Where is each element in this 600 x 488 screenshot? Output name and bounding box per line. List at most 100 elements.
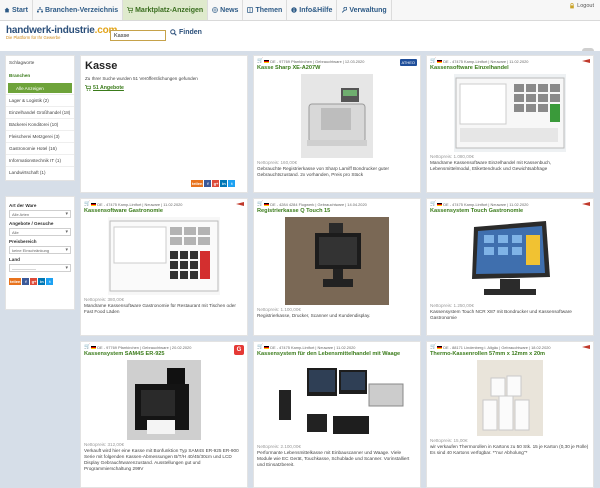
card-description: Kassensystem Touch NCR X87 mit Bondrucke… xyxy=(430,309,572,320)
card-description: Registrierkasse, Drucker, Scanner und Ku… xyxy=(257,313,371,318)
header-bar: handwerk-industrie.com Die Plattform für… xyxy=(0,22,600,60)
card-title[interactable]: Kassensoftware Gastronomie xyxy=(81,207,247,215)
wrench-icon xyxy=(342,7,348,13)
sidebar-item[interactable]: Informationstechnik IT (1) xyxy=(6,154,74,166)
listing-image[interactable] xyxy=(267,360,407,442)
sidebar-item[interactable]: Landwirtschaft (1) xyxy=(6,166,74,178)
flag-icon xyxy=(264,345,270,349)
listing-card[interactable]: 🛒 DE - 47475 Kamp-Lintfort | Neuware | 11… xyxy=(80,198,248,336)
cart-icon: 🛒 xyxy=(430,344,437,350)
search-input[interactable]: Kasse xyxy=(110,30,166,41)
card-price: Nettopreis: 2.100,00€ xyxy=(257,444,301,449)
card-price: Nettopreis: 15,00€ xyxy=(430,438,468,443)
results-info: Zu Ihrer Suche wurden 51 Veröffentlichun… xyxy=(85,76,198,81)
results-count-link[interactable]: 51 Angebote xyxy=(85,85,243,91)
googleplus-icon[interactable]: g+ xyxy=(212,180,220,187)
cart-icon: 🛒 xyxy=(84,201,91,207)
nav-marktplatz[interactable]: Marktplatz-Anzeigen xyxy=(123,0,209,20)
googleplus-icon[interactable]: g+ xyxy=(30,278,38,285)
filter-land-select[interactable]: —————— xyxy=(9,264,71,272)
card-meta: 🛒 DE - 47475 Kamp-Lintfort | Neuware | 11… xyxy=(254,342,420,350)
nav-start[interactable]: Start xyxy=(0,0,33,20)
site-logo[interactable]: handwerk-industrie.com Die Plattform für… xyxy=(6,25,117,40)
nav-themen[interactable]: Themen xyxy=(243,0,288,20)
listing-image[interactable] xyxy=(454,217,566,301)
flag-icon xyxy=(437,202,443,206)
linkedin-icon[interactable]: in xyxy=(38,278,46,285)
card-title[interactable]: Kasse Sharp XE-A207W xyxy=(254,64,420,72)
linkedin-icon[interactable]: in xyxy=(220,180,228,187)
sidebar-schlagworte[interactable]: Schlagworte xyxy=(6,56,74,69)
cart-icon: 🛒 xyxy=(257,344,264,350)
filter-art-select[interactable]: Alle Arten xyxy=(9,210,71,218)
nav-verwaltung[interactable]: Verwaltung xyxy=(337,0,392,20)
card-meta: 🛒 DE - 47475 Kamp-Lintfort | Neuware | 11… xyxy=(427,56,593,64)
sidebar-item[interactable]: Bäckerei Konditorei (10) xyxy=(6,118,74,130)
sidebar-item[interactable]: Einzelhandel Großhandel (18) xyxy=(6,106,74,118)
facebook-icon[interactable]: f xyxy=(22,278,30,285)
listing-card[interactable]: 🛒 DE - 47475 Kamp-Lintfort | Neuware | 11… xyxy=(253,341,421,488)
nav-branchen-label: Branchen-Verzeichnis xyxy=(44,6,119,14)
listing-image[interactable] xyxy=(127,360,201,440)
share-button[interactable]: teilen xyxy=(191,180,204,187)
filter-preis-select[interactable]: keine Einschränkung xyxy=(9,246,71,254)
flag-icon xyxy=(437,59,443,63)
listing-card[interactable]: 🛒 DE - 88171 Lindenberg i. Allgäu | Gebra… xyxy=(426,341,594,488)
listing-card[interactable]: 🛒 DE - 97769 Pfarrkirchen | Gebrauchtware… xyxy=(80,341,248,488)
sidebar-branchen[interactable]: Branchen xyxy=(6,69,74,82)
nav-branchen[interactable]: Branchen-Verzeichnis xyxy=(33,0,124,20)
twitter-icon[interactable]: t xyxy=(228,180,236,187)
cart-icon: 🛒 xyxy=(430,201,437,207)
sidebar-item[interactable]: Fleischerei Metzgerei (3) xyxy=(6,130,74,142)
logout-link[interactable]: Logout xyxy=(569,3,594,9)
share-bar: teilen f g+ in t xyxy=(9,278,71,285)
card-title[interactable]: Kassensystem SAM4S ER-925 xyxy=(81,350,247,358)
card-meta-text: DE - 47475 Kamp-Lintfort | Neuware | 11.… xyxy=(270,344,356,350)
card-price: Nettopreis: 1.250,00€ xyxy=(430,303,474,308)
filter-angebote-select[interactable]: Alle xyxy=(9,228,71,236)
sidebar-item[interactable]: Lager & Logistik (2) xyxy=(6,94,74,106)
listing-card[interactable]: 🛒 DE - 47475 Kamp-Lintfort | Neuware | 11… xyxy=(426,55,594,193)
results-count-label: 51 Angebote xyxy=(93,85,124,91)
listing-image[interactable] xyxy=(477,360,543,436)
listing-card[interactable]: 🛒 DE - 97769 Pfarrkirchen | Gebrauchtware… xyxy=(253,55,421,193)
card-title[interactable]: Registrierkasse Q Touch 15 xyxy=(254,207,420,215)
listing-image[interactable] xyxy=(454,74,566,152)
sidebar-alle-anzeigen[interactable]: Alle Anzeigen xyxy=(8,83,72,93)
facebook-icon[interactable]: f xyxy=(204,180,212,187)
card-description: Mandrame Kassensoftware Einzelhandel mit… xyxy=(430,160,552,171)
share-button[interactable]: teilen xyxy=(9,278,22,285)
card-price: Nettopreis: 380,00€ xyxy=(84,297,125,302)
card-title[interactable]: Kassensystem für den Lebensmittelhandel … xyxy=(254,350,420,358)
search-icon xyxy=(170,29,177,36)
lock-icon xyxy=(570,3,574,9)
filter-preis-label: Preisbereich xyxy=(9,239,37,244)
logout-label: Logout xyxy=(577,3,594,9)
seller-logo xyxy=(582,202,590,208)
search-button[interactable]: Finden xyxy=(170,29,202,36)
listing-image[interactable] xyxy=(301,74,373,158)
listing-image[interactable] xyxy=(108,217,220,295)
card-meta-text: DE - 88171 Lindenberg i. Allgäu | Gebrau… xyxy=(443,344,551,350)
card-title[interactable]: Kassensoftware Einzelhandel xyxy=(427,64,593,72)
card-title[interactable]: Kassensystem Touch Gastronomie xyxy=(427,207,593,215)
nav-info[interactable]: Info&Hilfe xyxy=(287,0,338,20)
cart-icon: 🛒 xyxy=(430,58,437,64)
seller-logo-text: G xyxy=(234,345,244,355)
twitter-icon[interactable]: t xyxy=(46,278,54,285)
results-summary: Kasse Zu Ihrer Suche wurden 51 Veröffent… xyxy=(80,55,248,193)
nav-news[interactable]: News xyxy=(208,0,244,20)
filter-angebote-label: Angebote / Gesuche xyxy=(9,221,54,226)
listing-card[interactable]: 🛒 DE - 47475 Kamp-Lintfort | Neuware | 11… xyxy=(426,198,594,336)
card-title[interactable]: Thermo-Kassenrollen 57mm x 12mm x 20m xyxy=(427,350,593,358)
card-description: Performante Lebensmittelkasse mit Einbau… xyxy=(257,450,410,467)
cart-icon xyxy=(127,7,134,13)
listing-image[interactable] xyxy=(285,217,389,305)
listing-card[interactable]: 🛒 DE - 4284 4284 Flugwerk | Gebrauchtware… xyxy=(253,198,421,336)
cart-icon: 🛒 xyxy=(257,58,264,64)
cart-icon: 🛒 xyxy=(257,201,264,207)
card-price: Nettopreis: 160,00€ xyxy=(257,160,298,165)
flag-icon xyxy=(264,202,270,206)
sidebar-item[interactable]: Gastronomie Hotel (16) xyxy=(6,142,74,154)
flag-icon xyxy=(437,345,443,349)
